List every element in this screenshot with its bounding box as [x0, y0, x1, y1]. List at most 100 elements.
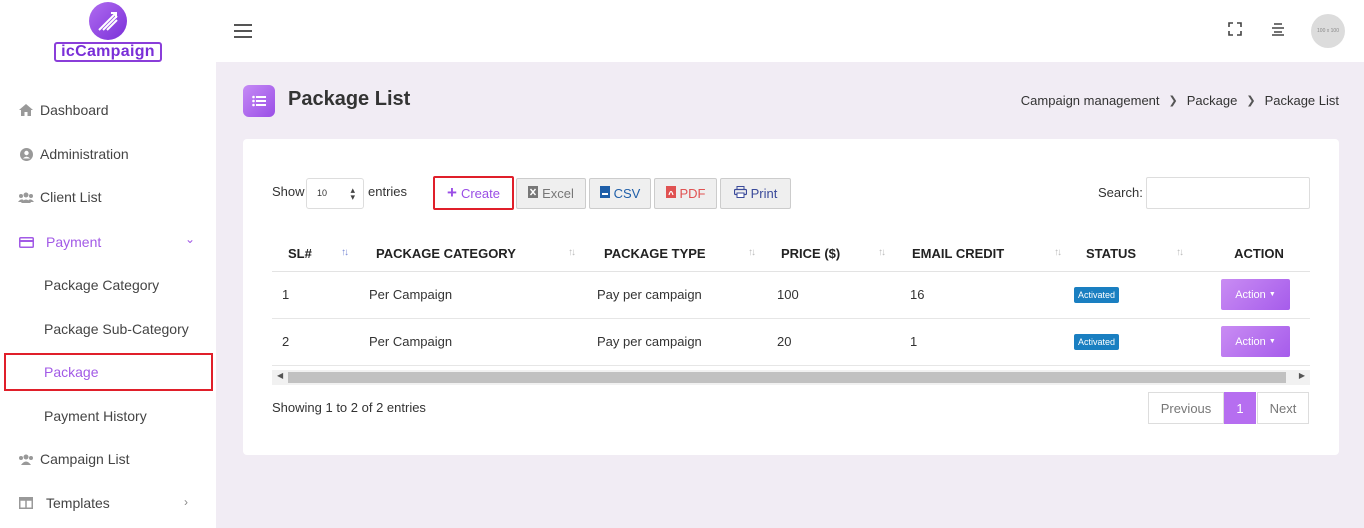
breadcrumb-item: Package List [1264, 93, 1339, 108]
search-input[interactable] [1146, 177, 1310, 209]
caret-down-icon: ▼ [1268, 291, 1276, 298]
excel-button[interactable]: Excel [516, 178, 586, 209]
header-label: SL# [288, 246, 312, 262]
sidebar-item-campaign-list[interactable]: Campaign List [18, 448, 130, 470]
sort-icon: ↑↓ [748, 247, 756, 258]
sidebar: icCampaign Dashboard Administration Clie… [0, 0, 216, 528]
cell-action: Action ▼ [1194, 271, 1310, 319]
users-icon [18, 452, 34, 466]
table-row: 2 Per Campaign Pay per campaign 20 1 Act… [272, 318, 1310, 366]
sidebar-item-label: Administration [40, 146, 129, 162]
header-label: EMAIL CREDIT [912, 246, 1005, 262]
user-circle-icon [18, 147, 34, 161]
scroll-right-icon[interactable]: ▶ [1299, 371, 1305, 380]
table-header-row: SL# ↑↓ PACKAGE CATEGORY ↑↓ PACKAGE TYPE ↑↓ … [272, 237, 1310, 272]
page-1-button[interactable]: 1 [1224, 392, 1256, 424]
breadcrumb-item[interactable]: Campaign management [1021, 93, 1160, 108]
sidebar-item-client-list[interactable]: Client List [18, 186, 101, 208]
pdf-button[interactable]: PDF [654, 178, 717, 209]
entries-info: Showing 1 to 2 of 2 entries [272, 400, 426, 415]
header-label: PRICE ($) [781, 246, 841, 262]
scroll-left-icon[interactable]: ◀ [277, 371, 283, 380]
sidebar-subitem-package-category[interactable]: Package Category [44, 274, 159, 296]
sidebar-item-label: Campaign List [40, 451, 130, 467]
cell-price: 20 [766, 318, 897, 366]
topbar: 100 x 100 [216, 0, 1364, 62]
sort-desc-icon: ↑↓ [341, 247, 349, 258]
highlight-box [4, 353, 213, 391]
sort-icon: ↑↓ [878, 247, 886, 258]
caret-down-icon: ▼ [1268, 338, 1276, 345]
status-badge: Activated [1074, 287, 1120, 303]
action-label: Action [1235, 288, 1266, 301]
logo-rocket-icon [89, 2, 127, 40]
plus-icon: + [447, 183, 457, 202]
chevron-right-icon[interactable]: › [184, 495, 188, 509]
sidebar-item-payment[interactable]: Payment [18, 231, 101, 253]
scrollbar-thumb[interactable] [288, 372, 1286, 383]
cell-price: 100 [766, 271, 897, 319]
csv-button[interactable]: CSV [589, 178, 651, 209]
align-center-icon[interactable] [1271, 22, 1287, 38]
status-badge: Activated [1074, 334, 1120, 350]
sidebar-item-templates[interactable]: Templates [18, 492, 110, 514]
sidebar-item-label: Templates [46, 495, 110, 511]
column-header-status[interactable]: STATUS ↑↓ [1072, 237, 1194, 272]
pdf-label: PDF [679, 186, 706, 201]
column-header-email-credit[interactable]: EMAIL CREDIT ↑↓ [897, 237, 1072, 272]
entries-label: entries [368, 184, 408, 199]
sidebar-item-label: Dashboard [40, 102, 109, 118]
create-button[interactable]: + Create [433, 176, 514, 210]
subitem-label: Payment History [44, 408, 147, 424]
entries-select[interactable]: 10 ▴ ▾ [306, 178, 364, 209]
sidebar-item-dashboard[interactable]: Dashboard [18, 99, 109, 121]
cell-category: Per Campaign [358, 318, 586, 366]
column-header-package-type[interactable]: PACKAGE TYPE ↑↓ [586, 237, 766, 272]
create-label: Create [460, 185, 500, 201]
fullscreen-icon[interactable] [1228, 22, 1244, 38]
sidebar-item-administration[interactable]: Administration [18, 143, 129, 165]
csv-label: CSV [613, 186, 641, 201]
cell-sl: 1 [272, 271, 358, 319]
cell-category: Per Campaign [358, 271, 586, 319]
avatar[interactable]: 100 x 100 [1311, 14, 1345, 48]
print-icon [733, 186, 747, 201]
cell-type: Pay per campaign [586, 318, 766, 366]
menu-toggle-icon[interactable] [234, 24, 252, 42]
action-dropdown-button[interactable]: Action ▼ [1221, 326, 1290, 357]
print-button[interactable]: Print [720, 178, 791, 209]
chevron-down-icon[interactable]: ⌄ [185, 232, 195, 246]
previous-page-button[interactable]: Previous [1148, 392, 1224, 424]
sidebar-subitem-payment-history[interactable]: Payment History [44, 405, 147, 427]
action-label: Action [1235, 335, 1266, 348]
file-csv-icon [599, 186, 610, 201]
sort-icon: ↑↓ [1176, 247, 1184, 258]
logo-text: icCampaign [54, 42, 162, 62]
page-title: Package List [288, 88, 411, 110]
next-page-button[interactable]: Next [1257, 392, 1309, 424]
action-dropdown-button[interactable]: Action ▼ [1221, 279, 1290, 310]
sort-icon: ↑↓ [568, 247, 576, 258]
cell-sl: 2 [272, 318, 358, 366]
column-header-price[interactable]: PRICE ($) ↑↓ [766, 237, 897, 272]
cell-credit: 16 [897, 271, 1072, 319]
subitem-label: Package Sub-Category [44, 321, 189, 337]
column-header-package-category[interactable]: PACKAGE CATEGORY ↑↓ [358, 237, 586, 272]
list-icon [243, 85, 275, 117]
column-header-action: ACTION [1194, 237, 1310, 272]
sidebar-subitem-package-sub-category[interactable]: Package Sub-Category [44, 318, 189, 340]
credit-card-icon [18, 235, 34, 249]
breadcrumb: Campaign management ❯ Package ❯ Package … [1021, 93, 1339, 108]
cell-status: Activated [1072, 318, 1194, 366]
horizontal-scrollbar[interactable]: ◀ ▶ [272, 370, 1310, 385]
subitem-label: Package Category [44, 277, 160, 293]
cell-type: Pay per campaign [586, 271, 766, 319]
app-logo[interactable]: icCampaign [53, 2, 163, 64]
columns-icon [18, 496, 34, 510]
column-header-sl[interactable]: SL# ↑↓ [272, 237, 358, 272]
table-row: 1 Per Campaign Pay per campaign 100 16 A… [272, 271, 1310, 319]
file-pdf-icon [665, 186, 676, 201]
package-list-card: Show 10 ▴ ▾ entries + Create Excel CSV PD… [243, 139, 1339, 455]
breadcrumb-item[interactable]: Package [1187, 93, 1238, 108]
excel-label: Excel [542, 186, 574, 201]
